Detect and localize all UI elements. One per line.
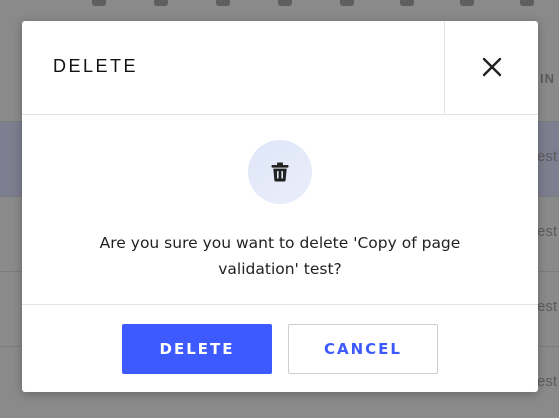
dialog-footer: DELETE CANCEL <box>22 305 538 392</box>
background-toolbar-icon <box>460 0 474 6</box>
cancel-button[interactable]: CANCEL <box>288 324 438 374</box>
background-toolbar-icon <box>278 0 292 6</box>
close-icon <box>482 57 502 77</box>
background-toolbar-icon <box>520 0 534 6</box>
background-toolbar <box>0 0 559 20</box>
confirmation-message: Are you sure you want to delete 'Copy of… <box>99 234 461 278</box>
dialog-header: DELETE <box>22 21 538 115</box>
dialog-body: Are you sure you want to delete 'Copy of… <box>22 115 538 305</box>
background-column-header: IN <box>540 71 555 86</box>
background-row-text: est <box>537 298 558 315</box>
delete-button[interactable]: DELETE <box>122 324 272 374</box>
background-toolbar-icon <box>154 0 168 6</box>
trash-icon-circle <box>248 140 312 204</box>
background-toolbar-icon <box>216 0 230 6</box>
background-row-text: est <box>537 373 558 390</box>
trash-icon <box>271 162 289 182</box>
background-row-text: est <box>537 148 558 165</box>
background-toolbar-icon <box>400 0 414 6</box>
background-toolbar-icon <box>92 0 106 6</box>
background-row-text: est <box>537 223 558 240</box>
delete-dialog: DELETE Are you sure you want to delete '… <box>22 21 538 392</box>
background-toolbar-icon <box>340 0 354 6</box>
close-button[interactable] <box>444 21 539 114</box>
dialog-title: DELETE <box>53 56 139 76</box>
